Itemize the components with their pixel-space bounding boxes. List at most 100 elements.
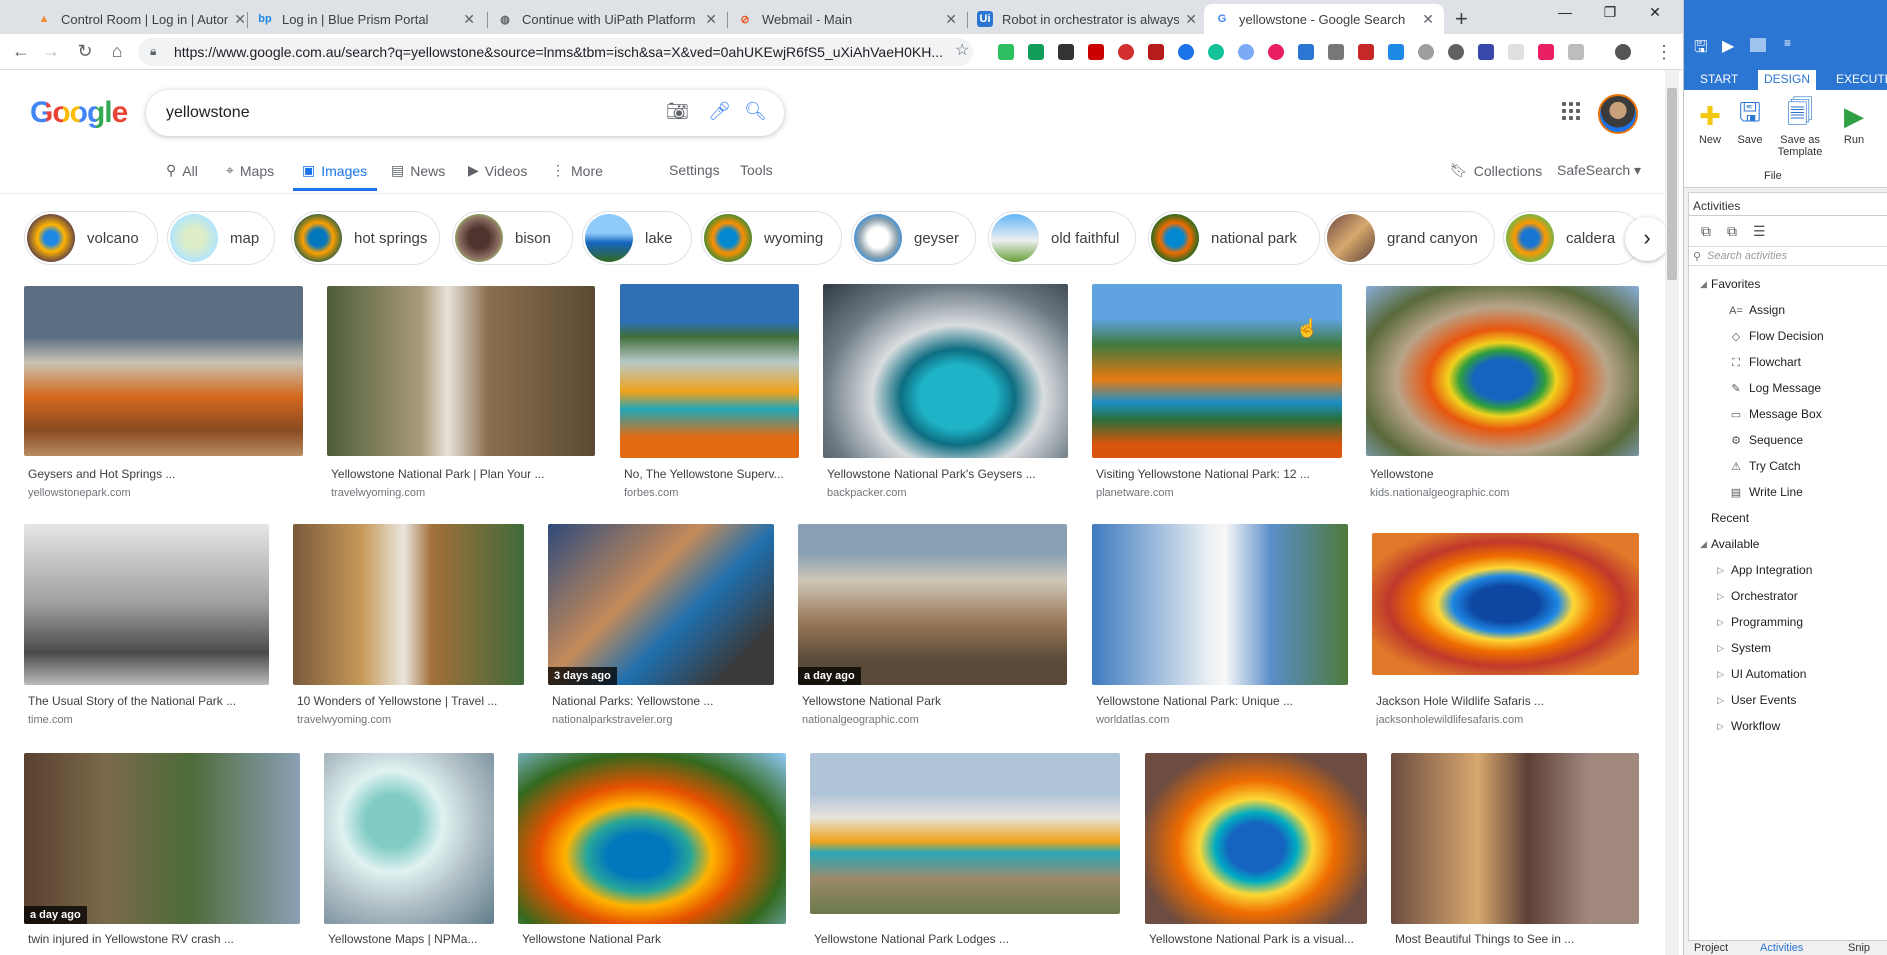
- extension-icon[interactable]: [1238, 44, 1254, 60]
- image-result[interactable]: [324, 753, 494, 924]
- result-caption[interactable]: Visiting Yellowstone National Park: 12 .…: [1096, 467, 1342, 481]
- expand-all-icon[interactable]: ⧉: [1701, 223, 1711, 240]
- result-source[interactable]: nationalgeographic.com: [802, 714, 1067, 726]
- extension-icon[interactable]: [1058, 44, 1074, 60]
- image-result[interactable]: [293, 524, 524, 685]
- quick-access-dropdown-icon[interactable]: ≡: [1784, 36, 1791, 50]
- chip-national-park[interactable]: national park: [1148, 211, 1320, 265]
- extension-icon[interactable]: [1178, 44, 1194, 60]
- image-result[interactable]: [1145, 753, 1367, 924]
- image-result[interactable]: [823, 284, 1068, 458]
- extension-icon[interactable]: [1508, 44, 1524, 60]
- result-caption[interactable]: Yellowstone National Park: [522, 932, 786, 946]
- activity-message-box[interactable]: ▭ Message Box: [1729, 407, 1822, 421]
- tab-videos[interactable]: ▶ Videos: [468, 162, 527, 179]
- extension-icon[interactable]: [1268, 44, 1284, 60]
- tab-maps[interactable]: ⌖ Maps: [226, 162, 274, 179]
- result-caption[interactable]: Yellowstone National Park | Plan Your ..…: [331, 467, 595, 481]
- result-caption[interactable]: Yellowstone National Park Lodges ...: [814, 932, 1120, 946]
- result-caption[interactable]: Geysers and Hot Springs ...: [28, 467, 303, 481]
- search-input[interactable]: yellowstone: [166, 104, 250, 122]
- category-orchestrator[interactable]: Orchestrator: [1731, 589, 1798, 603]
- extension-icon[interactable]: [1478, 44, 1494, 60]
- scrollbar-thumb[interactable]: [1667, 88, 1677, 280]
- stop-icon[interactable]: [1750, 38, 1766, 52]
- pdf-extension-icon[interactable]: [1088, 44, 1104, 60]
- expand-arrow-icon[interactable]: ▷: [1717, 643, 1724, 654]
- collapse-arrow-icon[interactable]: ◢: [1700, 539, 1707, 550]
- close-tab-icon[interactable]: ✕: [705, 11, 717, 28]
- chip-hot-springs[interactable]: hot springs: [291, 211, 440, 265]
- extension-icon[interactable]: [1148, 44, 1164, 60]
- result-source[interactable]: planetware.com: [1096, 487, 1342, 499]
- maximize-button[interactable]: ❐: [1595, 4, 1625, 21]
- image-result[interactable]: [1092, 284, 1342, 458]
- settings-link[interactable]: Settings: [669, 162, 720, 178]
- image-result[interactable]: [24, 286, 303, 456]
- extension-icon[interactable]: [1328, 44, 1344, 60]
- image-result[interactable]: [1372, 533, 1639, 675]
- expand-arrow-icon[interactable]: ▷: [1717, 669, 1724, 680]
- extension-icon[interactable]: [1538, 44, 1554, 60]
- bookmark-star-icon[interactable]: ☆: [955, 40, 969, 60]
- activity-flow-decision[interactable]: ◇ Flow Decision: [1729, 329, 1824, 343]
- extension-icon[interactable]: [1358, 44, 1374, 60]
- category-ui-automation[interactable]: UI Automation: [1731, 667, 1806, 681]
- tab-design[interactable]: DESIGN: [1758, 70, 1817, 90]
- tree-available[interactable]: Available: [1711, 537, 1759, 551]
- category-system[interactable]: System: [1731, 641, 1771, 655]
- expand-arrow-icon[interactable]: ▷: [1717, 695, 1724, 706]
- image-result[interactable]: [518, 753, 786, 924]
- address-bar[interactable]: 🔒︎ https://www.google.com.au/search?q=ye…: [138, 38, 973, 66]
- activity-try-catch[interactable]: ⚠ Try Catch: [1729, 459, 1801, 473]
- browser-tab-google-search[interactable]: G yellowstone - Google Search ✕: [1204, 4, 1444, 34]
- collections-link[interactable]: 🔖︎ Collections: [1450, 162, 1542, 179]
- activity-sequence[interactable]: ⚙ Sequence: [1729, 433, 1803, 447]
- save-icon[interactable]: 🖫︎: [1694, 36, 1708, 63]
- extension-icon[interactable]: [1418, 44, 1434, 60]
- chips-next-button[interactable]: ›: [1625, 217, 1669, 261]
- uipath-extension-icon[interactable]: [1298, 44, 1314, 60]
- browser-tab-robot-orchestrator[interactable]: Ui Robot in orchestrator is always d ✕: [967, 4, 1207, 34]
- result-caption[interactable]: No, The Yellowstone Superv...: [624, 467, 799, 481]
- tab-all[interactable]: ⚲ All: [166, 162, 198, 179]
- grammarly-extension-icon[interactable]: [1208, 44, 1224, 60]
- result-source[interactable]: worldatlas.com: [1096, 714, 1348, 726]
- profile-avatar[interactable]: [1615, 44, 1631, 60]
- search-box[interactable]: yellowstone 📷︎ 🎤︎ 🔍︎: [146, 90, 784, 136]
- result-source[interactable]: jacksonholewildlifesafaris.com: [1376, 714, 1639, 726]
- result-caption[interactable]: National Parks: Yellowstone ...: [552, 694, 774, 708]
- expand-arrow-icon[interactable]: ▷: [1717, 591, 1724, 602]
- image-result[interactable]: [620, 284, 799, 458]
- close-tab-icon[interactable]: ✕: [234, 11, 246, 28]
- result-caption[interactable]: Jackson Hole Wildlife Safaris ...: [1376, 694, 1639, 708]
- collapse-arrow-icon[interactable]: ◢: [1700, 279, 1707, 290]
- image-result[interactable]: 3 days ago: [548, 524, 774, 685]
- extension-icon[interactable]: [1028, 44, 1044, 60]
- new-tab-button[interactable]: +: [1455, 6, 1468, 32]
- back-icon[interactable]: ←: [10, 41, 32, 62]
- result-caption[interactable]: twin injured in Yellowstone RV crash ...: [28, 932, 300, 946]
- tab-start[interactable]: START: [1694, 70, 1744, 88]
- camera-icon[interactable]: 📷︎: [666, 101, 689, 122]
- result-source[interactable]: backpacker.com: [827, 487, 1068, 499]
- search-activities-field[interactable]: ⚲ Search activities: [1689, 246, 1887, 266]
- extension-icon[interactable]: [1448, 44, 1464, 60]
- image-result[interactable]: [24, 524, 269, 685]
- result-source[interactable]: kids.nationalgeographic.com: [1370, 487, 1639, 499]
- close-tab-icon[interactable]: ✕: [945, 11, 957, 28]
- result-source[interactable]: time.com: [28, 714, 269, 726]
- expand-arrow-icon[interactable]: ▷: [1717, 617, 1724, 628]
- save-as-template-button[interactable]: 🗐︎ Save as Template: [1768, 97, 1832, 158]
- browser-tab-uipath-platform[interactable]: ◍ Continue with UiPath Platform ✕: [487, 4, 727, 34]
- expand-arrow-icon[interactable]: ▷: [1717, 565, 1724, 576]
- result-caption[interactable]: Yellowstone National Park's Geysers ...: [827, 467, 1068, 481]
- image-result[interactable]: [1366, 286, 1639, 456]
- chip-old-faithful[interactable]: old faithful: [988, 211, 1136, 265]
- result-source[interactable]: nationalparkstraveler.org: [552, 714, 774, 726]
- collapse-all-icon[interactable]: ⧉: [1727, 223, 1737, 240]
- evernote-extension-icon[interactable]: [998, 44, 1014, 60]
- microphone-icon[interactable]: 🎤︎: [708, 101, 731, 122]
- tab-snippets[interactable]: Snip: [1848, 942, 1870, 954]
- image-result[interactable]: a day ago: [24, 753, 300, 924]
